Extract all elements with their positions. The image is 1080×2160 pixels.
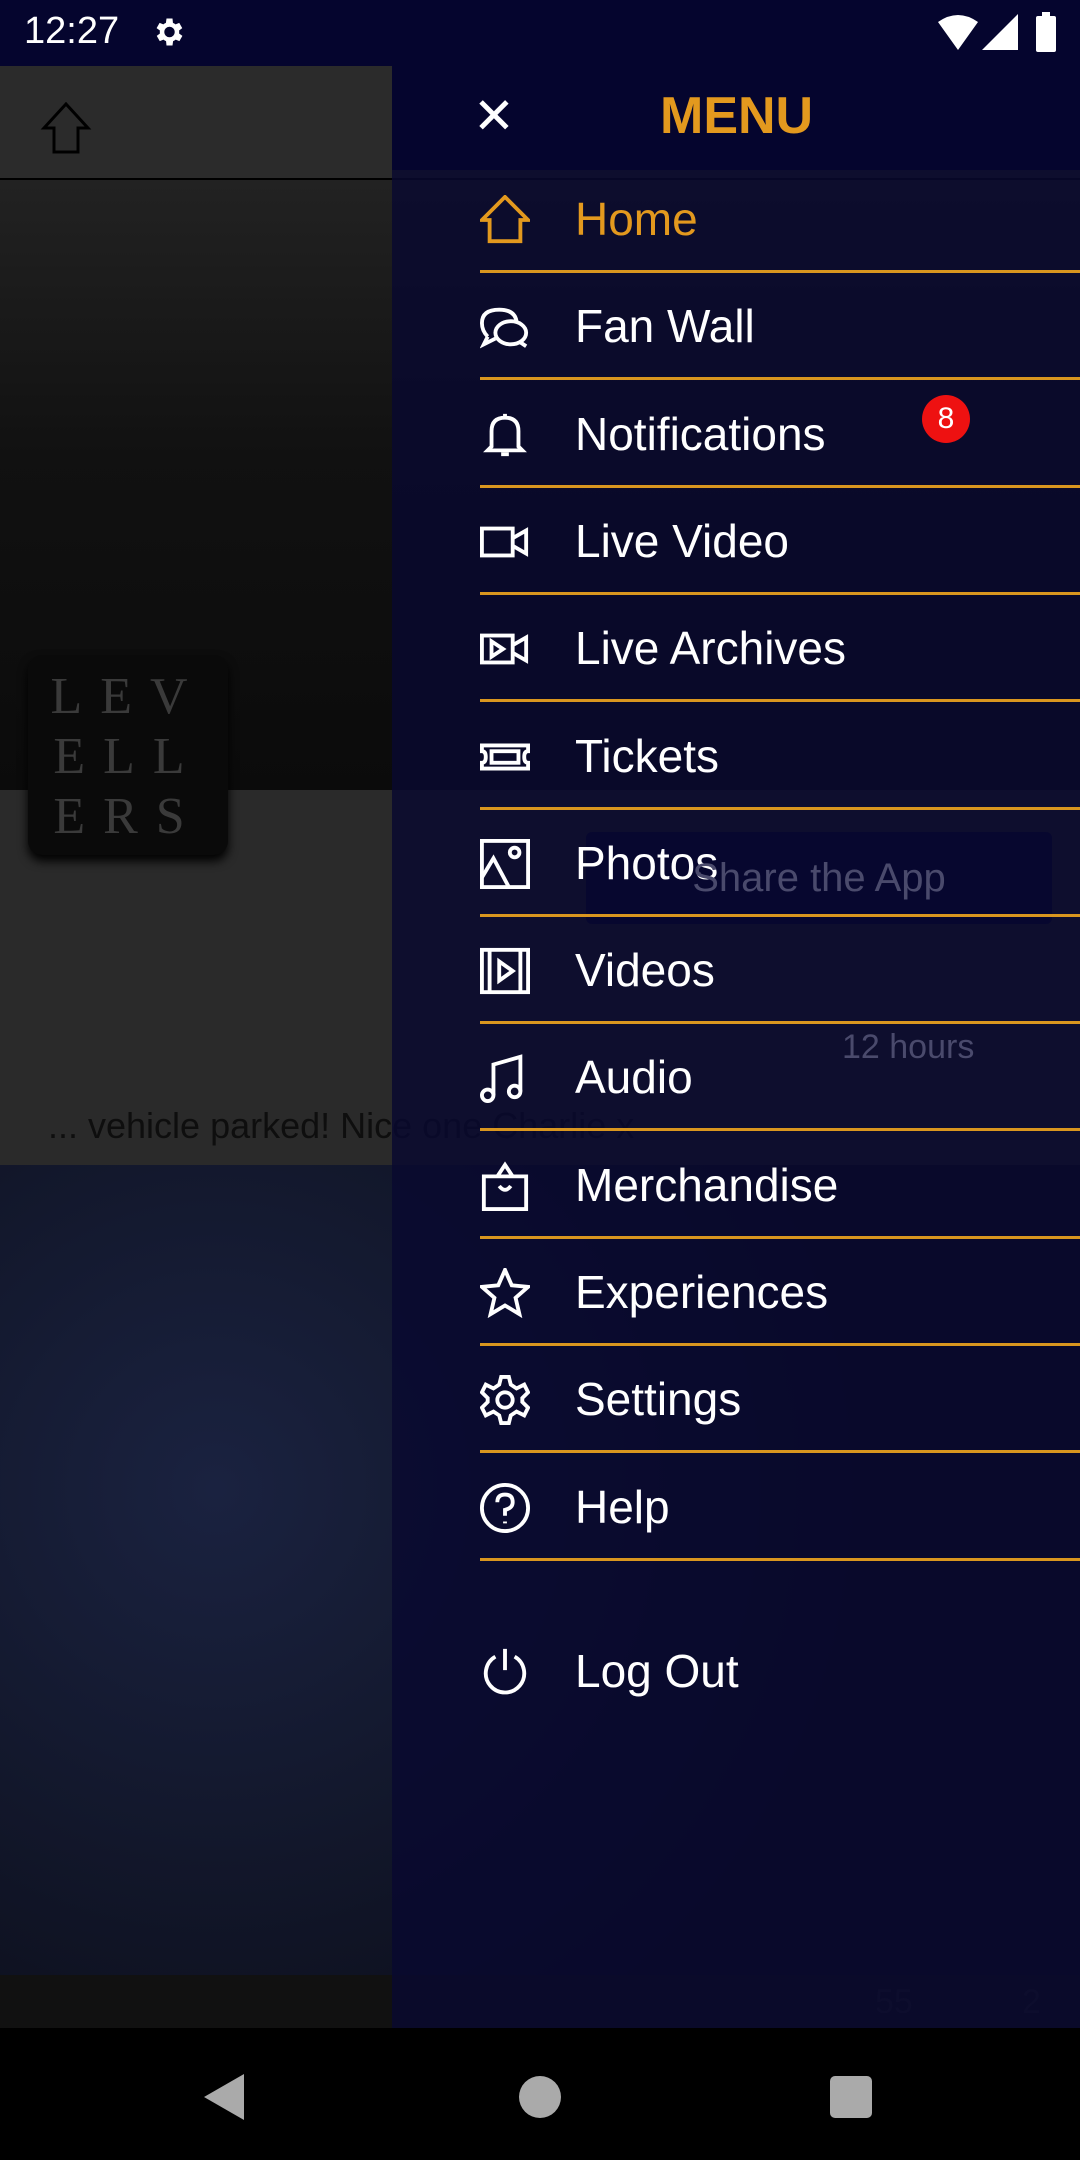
notification-badge: 8	[922, 394, 970, 443]
menu-item-fan-wall[interactable]: Fan Wall	[479, 273, 1080, 381]
share-app-button-label[interactable]: Share the App	[586, 832, 1052, 924]
video-camera-icon	[480, 517, 530, 567]
back-icon[interactable]	[204, 2074, 244, 2120]
menu-item-label: Notifications	[575, 407, 826, 460]
battery-icon	[1036, 12, 1056, 52]
status-bar: 12:27	[0, 0, 1080, 66]
clock: 12:27	[24, 10, 120, 52]
film-icon	[480, 946, 530, 996]
menu-item-label: Fan Wall	[575, 300, 755, 353]
menu-item-home[interactable]: Home	[477, 166, 1080, 273]
system-nav-bar	[0, 2028, 1080, 2160]
menu-item-tickets[interactable]: Tickets	[480, 703, 1080, 810]
help-circle-icon	[480, 1482, 530, 1533]
archive-video-icon	[480, 624, 530, 674]
ticket-icon	[480, 732, 530, 782]
menu-item-label: Videos	[575, 944, 715, 997]
menu-item-audio[interactable]: Audio	[480, 1024, 1080, 1132]
band-logo: LEV ELL ERS	[28, 655, 228, 855]
menu-title: MENU	[660, 87, 814, 145]
gear-icon	[479, 1375, 531, 1426]
menu-item-label: Live Video	[575, 514, 789, 567]
home-nav-icon[interactable]	[519, 2076, 561, 2118]
menu-item-notifications[interactable]: Notifications 8	[480, 381, 1080, 488]
menu-item-videos[interactable]: Videos	[480, 917, 1080, 1025]
menu-item-live-video[interactable]: Live Video	[480, 488, 1080, 595]
image-icon	[480, 838, 530, 889]
navigation-drawer: ✕ MENU Home Fan Wall Notifications 8 Live Vi…	[392, 66, 1080, 2028]
shopping-bag-icon	[480, 1161, 530, 1211]
menu-item-live-archives[interactable]: Live Archives	[480, 595, 1080, 703]
bell-icon	[480, 410, 530, 460]
menu-item-label: Help	[575, 1480, 670, 1533]
menu-item-settings[interactable]: Settings	[479, 1346, 1080, 1454]
home-icon[interactable]	[40, 102, 92, 154]
menu-item-log-out[interactable]: Log Out	[480, 1618, 1080, 1725]
menu-item-help[interactable]: Help	[480, 1454, 1080, 1561]
menu-item-label: Live Archives	[575, 622, 847, 675]
close-icon[interactable]: ✕	[472, 91, 516, 141]
menu-item-label: Experiences	[575, 1266, 829, 1318]
menu-item-label: Merchandise	[575, 1158, 839, 1211]
chat-icon	[479, 302, 530, 352]
menu-item-label: Log Out	[575, 1645, 739, 1697]
drawer-header: ✕ MENU	[392, 66, 1080, 170]
menu-item-label: Settings	[575, 1373, 742, 1426]
star-icon	[477, 1265, 533, 1319]
signal-icon	[982, 14, 1018, 50]
menu-item-merchandise[interactable]: Merchandise	[480, 1132, 1080, 1239]
divider	[480, 1557, 1080, 1561]
music-note-icon	[480, 1053, 530, 1104]
recents-icon[interactable]	[830, 2076, 872, 2118]
menu-item-label: Tickets	[575, 729, 719, 782]
post-time: 12 hours	[842, 1028, 975, 1066]
wifi-icon	[938, 15, 978, 50]
gear-icon	[156, 18, 183, 46]
menu-item-experiences[interactable]: Experiences	[477, 1239, 1080, 1346]
menu-item-label: Home	[575, 193, 698, 245]
menu-item-label: Audio	[575, 1051, 693, 1104]
home-icon	[477, 194, 533, 245]
power-icon	[480, 1647, 530, 1697]
